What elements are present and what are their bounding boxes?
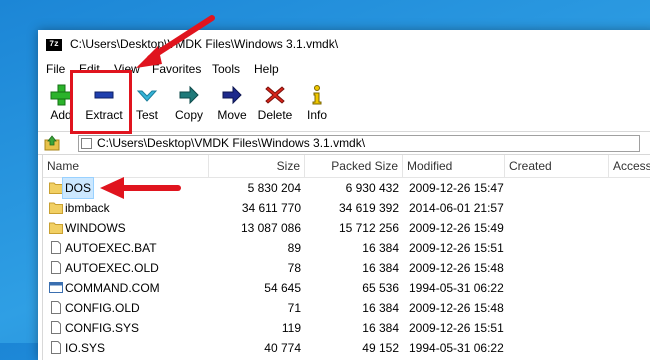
- file-name[interactable]: IO.SYS: [65, 338, 105, 358]
- file-size: 89: [287, 241, 301, 255]
- drive-icon: [81, 138, 92, 149]
- column-header-row: Name Size Packed Size Modified Created A…: [43, 155, 650, 178]
- file-packed-size: 34 619 392: [338, 201, 399, 215]
- column-modified[interactable]: Modified: [403, 155, 505, 177]
- copy-button[interactable]: Copy: [172, 82, 206, 126]
- column-accessed[interactable]: Accesse: [609, 155, 650, 177]
- menu-help[interactable]: Help: [254, 62, 279, 76]
- column-size[interactable]: Size: [209, 155, 305, 177]
- file-name[interactable]: CONFIG.OLD: [65, 298, 140, 318]
- file-packed-size: 15 712 256: [338, 221, 399, 235]
- file-icon: [51, 241, 61, 254]
- 7zip-app-icon: 7z: [46, 39, 62, 51]
- file-name[interactable]: AUTOEXEC.OLD: [65, 258, 159, 278]
- file-packed-size: 65 536: [362, 281, 399, 295]
- address-input[interactable]: C:\Users\Desktop\VMDK Files\Windows 3.1.…: [78, 135, 640, 152]
- file-modified: 2009-12-26 15:51: [409, 241, 504, 255]
- plus-icon: [50, 84, 72, 106]
- file-name[interactable]: CONFIG.SYS: [65, 318, 139, 338]
- menu-file[interactable]: File: [46, 62, 65, 76]
- delete-button[interactable]: Delete: [256, 82, 294, 126]
- move-button[interactable]: Move: [214, 82, 250, 126]
- menu-favorites[interactable]: Favorites: [152, 62, 201, 76]
- table-row[interactable]: AUTOEXEC.BAT 89 16 384 2009-12-26 15:51: [43, 238, 650, 258]
- file-name[interactable]: ibmback: [65, 198, 110, 218]
- file-modified: 1994-05-31 06:22: [409, 341, 504, 355]
- file-name[interactable]: DOS: [61, 177, 95, 199]
- table-row[interactable]: CONFIG.SYS 119 16 384 2009-12-26 15:51: [43, 318, 650, 338]
- file-packed-size: 16 384: [362, 241, 399, 255]
- table-row[interactable]: DOS 5 830 204 6 930 432 2009-12-26 15:47: [43, 177, 650, 199]
- move-label: Move: [217, 108, 247, 122]
- file-modified: 2009-12-26 15:47: [409, 181, 504, 195]
- column-packed-size[interactable]: Packed Size: [305, 155, 403, 177]
- title-bar: 7z C:\Users\Desktop\VMDK Files\Windows 3…: [38, 30, 650, 60]
- file-icon: [51, 321, 61, 334]
- file-packed-size: 16 384: [362, 321, 399, 335]
- file-size: 34 611 770: [241, 201, 301, 215]
- info-label: Info: [306, 108, 327, 122]
- file-name[interactable]: AUTOEXEC.BAT: [65, 238, 157, 258]
- file-list: Name Size Packed Size Modified Created A…: [42, 155, 650, 360]
- file-modified: 1994-05-31 06:22: [409, 281, 504, 295]
- table-row[interactable]: IO.SYS 40 774 49 152 1994-05-31 06:22: [43, 338, 650, 358]
- copy-arrow-icon: [179, 85, 199, 105]
- window-title: C:\Users\Desktop\VMDK Files\Windows 3.1.…: [70, 37, 339, 51]
- test-label: Test: [135, 108, 158, 122]
- file-name[interactable]: COMMAND.COM: [65, 278, 160, 298]
- test-button[interactable]: Test: [132, 82, 162, 126]
- info-button[interactable]: Info: [304, 82, 330, 126]
- file-size: 71: [287, 301, 301, 315]
- file-modified: 2009-12-26 15:48: [409, 301, 504, 315]
- table-row[interactable]: WINDOWS 13 087 086 15 712 256 2009-12-26 15…: [43, 218, 650, 238]
- folder-up-icon[interactable]: [44, 135, 60, 151]
- file-size: 13 087 086: [240, 221, 301, 235]
- file-size: 40 774: [264, 341, 301, 355]
- file-packed-size: 49 152: [362, 341, 399, 355]
- file-modified: 2009-12-26 15:49: [409, 221, 504, 235]
- table-row[interactable]: CONFIG.OLD 71 16 384 2009-12-26 15:48: [43, 298, 650, 318]
- file-modified: 2009-12-26 15:48: [409, 261, 504, 275]
- file-icon: [51, 261, 61, 274]
- delete-x-icon: [265, 86, 285, 104]
- table-row[interactable]: ibmback 34 611 770 34 619 392 2014-06-01 21…: [43, 198, 650, 218]
- column-created[interactable]: Created: [505, 155, 609, 177]
- move-arrow-icon: [222, 85, 242, 105]
- file-size: 78: [287, 261, 301, 275]
- file-size: 5 830 204: [247, 181, 301, 195]
- file-modified: 2009-12-26 15:51: [409, 321, 504, 335]
- table-row[interactable]: COMMAND.COM 54 645 65 536 1994-05-31 06:22: [43, 278, 650, 298]
- file-icon: [51, 301, 61, 314]
- file-packed-size: 16 384: [362, 261, 399, 275]
- file-packed-size: 6 930 432: [345, 181, 399, 195]
- address-bar: C:\Users\Desktop\VMDK Files\Windows 3.1.…: [38, 131, 650, 155]
- column-name[interactable]: Name: [43, 155, 209, 177]
- file-size: 119: [281, 321, 301, 335]
- extract-highlight-box: [70, 70, 132, 134]
- folder-icon: [49, 202, 63, 214]
- folder-icon: [49, 222, 63, 234]
- file-modified: 2014-06-01 21:57: [409, 201, 504, 215]
- check-icon: [136, 90, 158, 102]
- file-name[interactable]: WINDOWS: [65, 218, 126, 238]
- file-packed-size: 16 384: [362, 301, 399, 315]
- file-size: 54 645: [264, 281, 301, 295]
- delete-label: Delete: [257, 108, 293, 122]
- executable-icon: [49, 282, 63, 293]
- info-icon: [312, 85, 322, 105]
- menu-tools[interactable]: Tools: [212, 62, 240, 76]
- folder-icon: [49, 182, 63, 194]
- address-path: C:\Users\Desktop\VMDK Files\Windows 3.1.…: [97, 136, 366, 150]
- table-row[interactable]: AUTOEXEC.OLD 78 16 384 2009-12-26 15:48: [43, 258, 650, 278]
- copy-label: Copy: [174, 108, 203, 122]
